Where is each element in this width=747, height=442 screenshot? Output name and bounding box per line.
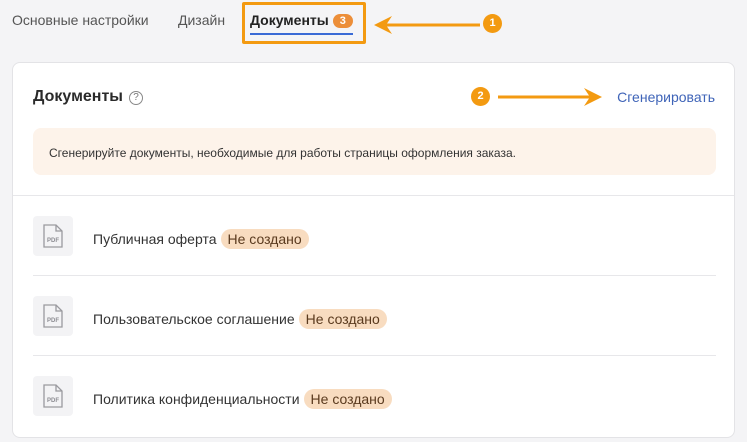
pdf-file-icon: PDF bbox=[33, 376, 73, 416]
annotation-marker-2: 2 bbox=[471, 87, 490, 106]
document-name[interactable]: Пользовательское соглашение bbox=[93, 311, 295, 327]
document-row[interactable]: PDF Публичная оферта Не создано bbox=[33, 196, 716, 276]
documents-card: Документы ? Сгенерировать Сгенерируйте д… bbox=[12, 62, 735, 438]
tab-design[interactable]: Дизайн bbox=[178, 12, 225, 28]
document-name[interactable]: Политика конфиденциальности bbox=[93, 391, 300, 407]
pdf-file-icon: PDF bbox=[33, 216, 73, 256]
help-icon[interactable]: ? bbox=[129, 91, 143, 105]
status-badge: Не создано bbox=[298, 309, 387, 329]
status-badge: Не создано bbox=[303, 389, 392, 409]
pdf-icon-label: PDF bbox=[47, 238, 59, 244]
annotation-arrow-2 bbox=[498, 88, 602, 106]
pdf-icon-label: PDF bbox=[47, 318, 59, 324]
tab-basic-settings[interactable]: Основные настройки bbox=[12, 12, 149, 28]
pdf-icon-label: PDF bbox=[47, 398, 59, 404]
document-row[interactable]: PDF Пользовательское соглашение Не создан… bbox=[33, 276, 716, 356]
card-title: Документы bbox=[33, 88, 123, 105]
generate-link[interactable]: Сгенерировать bbox=[617, 89, 715, 105]
annotation-arrow-1 bbox=[374, 16, 480, 34]
info-notice: Сгенерируйте документы, необходимые для … bbox=[33, 128, 716, 175]
annotation-marker-1: 1 bbox=[483, 14, 502, 33]
status-badge: Не создано bbox=[220, 229, 309, 249]
annotation-highlight-box bbox=[242, 2, 366, 44]
document-name[interactable]: Публичная оферта bbox=[93, 231, 217, 247]
notice-text: Сгенерируйте документы, необходимые для … bbox=[49, 146, 516, 160]
pdf-file-icon: PDF bbox=[33, 296, 73, 336]
document-row[interactable]: PDF Политика конфиденциальности Не создан… bbox=[33, 356, 716, 436]
